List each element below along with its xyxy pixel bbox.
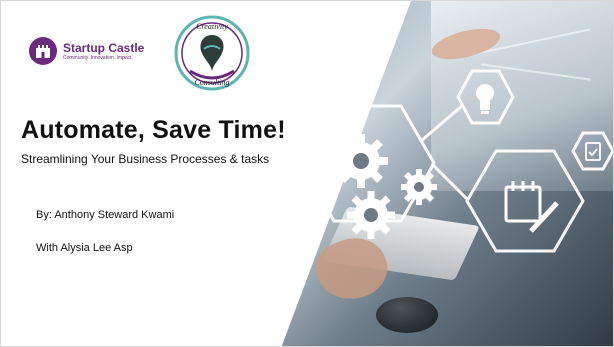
svg-text:Creativity: Creativity (196, 22, 228, 31)
svg-text:Consulting: Consulting (194, 78, 229, 87)
startup-castle-logo: Startup Castle Community. Innovation. Im… (29, 37, 144, 65)
author-byline: By: Anthony Steward Kwami (36, 209, 175, 221)
lightbulb-icon (476, 84, 494, 114)
castle-icon (29, 37, 57, 65)
hexagon-frame (571, 131, 613, 171)
coauthor-line: With Alysia Lee Asp (36, 242, 133, 254)
slide-subtitle: Streamlining Your Business Processes & t… (21, 152, 270, 166)
gear-icon (347, 191, 395, 239)
gear-icon (334, 134, 388, 188)
checklist-icon (585, 142, 601, 161)
startup-castle-tagline: Community. Innovation. Impact. (63, 54, 133, 61)
gear-icon (401, 169, 437, 205)
presentation-slide: Startup Castle Community. Innovation. Im… (0, 0, 614, 347)
startup-castle-name: Startup Castle (63, 40, 145, 55)
calendar-edit-icon (504, 181, 559, 233)
creativity-consulting-logo: Creativity Consulting (174, 15, 250, 91)
hexagon-frame (465, 149, 585, 253)
slide-title: Automate, Save Time! (21, 116, 286, 144)
